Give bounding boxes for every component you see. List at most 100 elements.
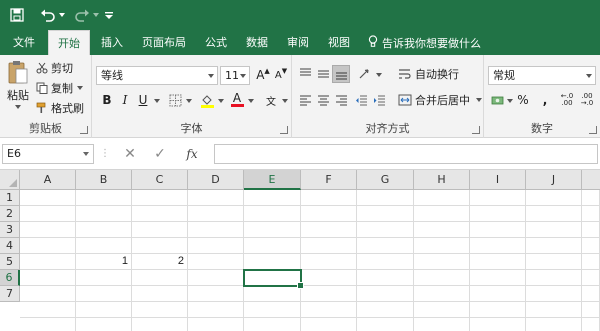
cell-i7[interactable] [470,286,526,302]
cell-h5[interactable] [414,254,470,270]
cell-g4[interactable] [357,238,414,254]
cell-i4[interactable] [470,238,526,254]
select-all-button[interactable] [0,170,20,190]
column-header-j[interactable]: J [526,170,582,190]
tab-insert[interactable]: 插入 [94,30,130,55]
cell-f6[interactable] [301,270,357,286]
cell[interactable] [582,206,600,222]
cell[interactable] [582,254,600,270]
column-header-b[interactable]: B [76,170,132,190]
cell[interactable] [582,318,600,331]
cell-g1[interactable] [357,190,414,206]
merge-center-button[interactable]: 合并后居中 [398,90,482,110]
column-header-e[interactable]: E [244,170,301,190]
fill-color-button[interactable] [198,91,216,109]
tab-page-layout[interactable]: 页面布局 [134,30,194,55]
column-header-c[interactable]: C [132,170,188,190]
alignment-launcher-icon[interactable] [472,126,480,134]
cell-e1[interactable] [244,190,301,206]
cell-b8[interactable] [76,302,132,318]
row-header-2[interactable]: 2 [0,206,20,222]
tab-home[interactable]: 开始 [48,30,90,55]
cell-c2[interactable] [132,206,188,222]
customize-qat-icon[interactable] [102,0,116,30]
cell-b1[interactable] [76,190,132,206]
cell-d5[interactable] [188,254,244,270]
cell-h3[interactable] [414,222,470,238]
column-header-i[interactable]: I [470,170,526,190]
borders-button[interactable] [166,91,184,109]
cell-i2[interactable] [470,206,526,222]
cell-e3[interactable] [244,222,301,238]
align-left-button[interactable] [296,91,314,109]
increase-indent-button[interactable] [370,91,388,109]
cell-h8[interactable] [414,302,470,318]
cell-g2[interactable] [357,206,414,222]
font-size-combo[interactable]: 11 [220,66,250,85]
increase-decimal-button[interactable]: ←.0.00 [558,91,576,109]
merge-dropdown-icon[interactable] [476,98,482,102]
cell-b9[interactable] [76,318,132,331]
cell-b2[interactable] [76,206,132,222]
cell-a1[interactable] [20,190,76,206]
cell-d1[interactable] [188,190,244,206]
cell-a8[interactable] [20,302,76,318]
cell-e8[interactable] [244,302,301,318]
cell-f8[interactable] [301,302,357,318]
cell-h7[interactable] [414,286,470,302]
tab-view[interactable]: 视图 [320,30,358,55]
cell-j3[interactable] [526,222,582,238]
cell-d4[interactable] [188,238,244,254]
cell-j1[interactable] [526,190,582,206]
paste-button[interactable]: 粘贴 [4,59,32,117]
cell-h4[interactable] [414,238,470,254]
italic-button[interactable]: I [116,91,134,109]
column-header-g[interactable]: G [357,170,414,190]
row-header-1[interactable]: 1 [0,190,20,206]
cell-i8[interactable] [470,302,526,318]
column-header-k[interactable] [582,170,600,190]
cell-g3[interactable] [357,222,414,238]
phonetic-dropdown-icon[interactable] [282,99,288,103]
shrink-font-button[interactable]: A ▼ [272,66,290,84]
underline-dropdown-icon[interactable] [154,99,160,103]
cell-j8[interactable] [526,302,582,318]
cell-j4[interactable] [526,238,582,254]
cell-f2[interactable] [301,206,357,222]
cell-g8[interactable] [357,302,414,318]
cell-e2[interactable] [244,206,301,222]
cell-d8[interactable] [188,302,244,318]
font-color-dropdown-icon[interactable] [248,99,254,103]
formula-bar-grip[interactable]: ⋮ [100,148,110,159]
enter-icon[interactable]: ✓ [150,145,170,163]
paste-dropdown-icon[interactable] [15,105,21,109]
cell-f5[interactable] [301,254,357,270]
decrease-decimal-button[interactable]: .00 →.0 [578,91,596,109]
undo-icon[interactable] [36,0,68,30]
cell-b5[interactable]: 1 [76,254,132,270]
name-box[interactable]: E6 [2,144,94,164]
cell-d3[interactable] [188,222,244,238]
copy-button[interactable]: 复制 [36,79,83,97]
cell-f1[interactable] [301,190,357,206]
format-painter-button[interactable]: 格式刷 [36,99,84,117]
cell-f9[interactable] [301,318,357,331]
cell-e7[interactable] [244,286,301,302]
cell-j9[interactable] [526,318,582,331]
cell-g9[interactable] [357,318,414,331]
cell-a6[interactable] [20,270,76,286]
cell-f4[interactable] [301,238,357,254]
redo-icon[interactable] [72,0,100,30]
cell-i6[interactable] [470,270,526,286]
insert-function-icon[interactable]: fx [182,145,202,163]
cell-c1[interactable] [132,190,188,206]
cancel-icon[interactable]: ✕ [120,145,140,163]
cell[interactable] [582,222,600,238]
cell[interactable] [582,302,600,318]
accounting-dropdown-icon[interactable] [507,99,513,103]
cell-i1[interactable] [470,190,526,206]
borders-dropdown-icon[interactable] [186,99,192,103]
cell-g6[interactable] [357,270,414,286]
active-cell-selection[interactable] [243,269,304,289]
cell-i5[interactable] [470,254,526,270]
